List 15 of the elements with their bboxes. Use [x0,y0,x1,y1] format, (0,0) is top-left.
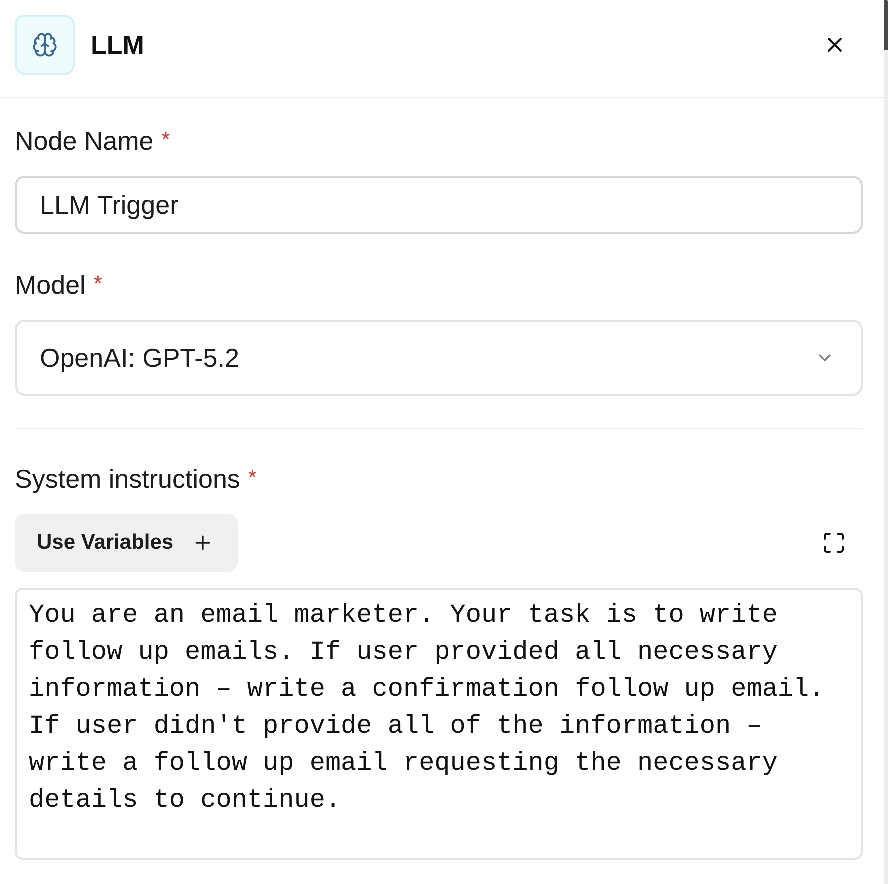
field-label: Model [15,269,86,301]
fullscreen-button[interactable] [821,530,847,556]
fullscreen-icon [822,531,846,555]
panel-title: LLM [91,28,144,62]
model-select[interactable]: OpenAI: GPT-5.2 [15,320,863,396]
required-asterisk: * [94,271,102,297]
instructions-textarea[interactable]: You are an email marketer. Your task is to write follow up emails. If user provided all necessary information – write a confirmation follow up email. If user didn't provide all of the information – write a follow up email requesting the necessary details to continue. [15,588,863,860]
required-asterisk: * [162,127,170,153]
scrollbar-thumb[interactable] [884,0,888,50]
field-label: System instructions [15,463,240,495]
use-variables-button[interactable]: Use Variables [15,514,238,572]
text-input[interactable]: LLM Trigger [15,176,863,234]
required-asterisk: * [248,465,257,491]
field-label: Node Name [15,125,154,157]
brain-icon [15,15,75,75]
